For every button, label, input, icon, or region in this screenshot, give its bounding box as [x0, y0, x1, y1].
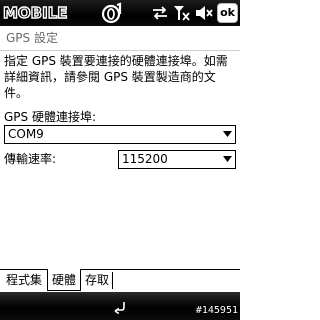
- page-title: GPS 設定: [0, 26, 240, 50]
- baud-rate-select-value: 115200: [122, 152, 168, 166]
- sync-icon[interactable]: [150, 4, 170, 22]
- speaker-muted-icon[interactable]: [194, 4, 214, 22]
- chevron-down-icon: [223, 131, 232, 137]
- title-divider: [0, 50, 240, 51]
- brand-logo[interactable]: MOBILE: [0, 0, 130, 26]
- port-label: GPS 硬體連接埠:: [4, 110, 97, 124]
- port-select[interactable]: COM9: [4, 125, 236, 144]
- chevron-down-icon: [223, 156, 232, 162]
- screen: MOBILE ok GPS 設定 指定 GPS 裝置要連接的硬體連接埠。如需詳細…: [0, 0, 240, 320]
- tab-access[interactable]: 存取: [81, 269, 113, 291]
- keyboard-icon[interactable]: [112, 298, 128, 314]
- baud-rate-label: 傳輸速率:: [4, 152, 57, 166]
- baud-rate-select[interactable]: 115200: [118, 150, 236, 169]
- tab-divider: [112, 272, 113, 289]
- port-select-value: COM9: [8, 127, 44, 141]
- watermark-id: #145951: [195, 305, 238, 316]
- description-text: 指定 GPS 裝置要連接的硬體連接埠。如需詳細資訊，請參閱 GPS 裝置製造商的…: [4, 54, 228, 100]
- tab-hardware[interactable]: 硬體: [47, 269, 81, 291]
- ok-button[interactable]: ok: [217, 3, 238, 23]
- mobile01-logo-icon: [101, 2, 122, 24]
- tab-programs[interactable]: 程式集: [2, 269, 46, 291]
- signal-off-icon[interactable]: [172, 4, 192, 22]
- brand-text: MOBILE: [2, 3, 68, 22]
